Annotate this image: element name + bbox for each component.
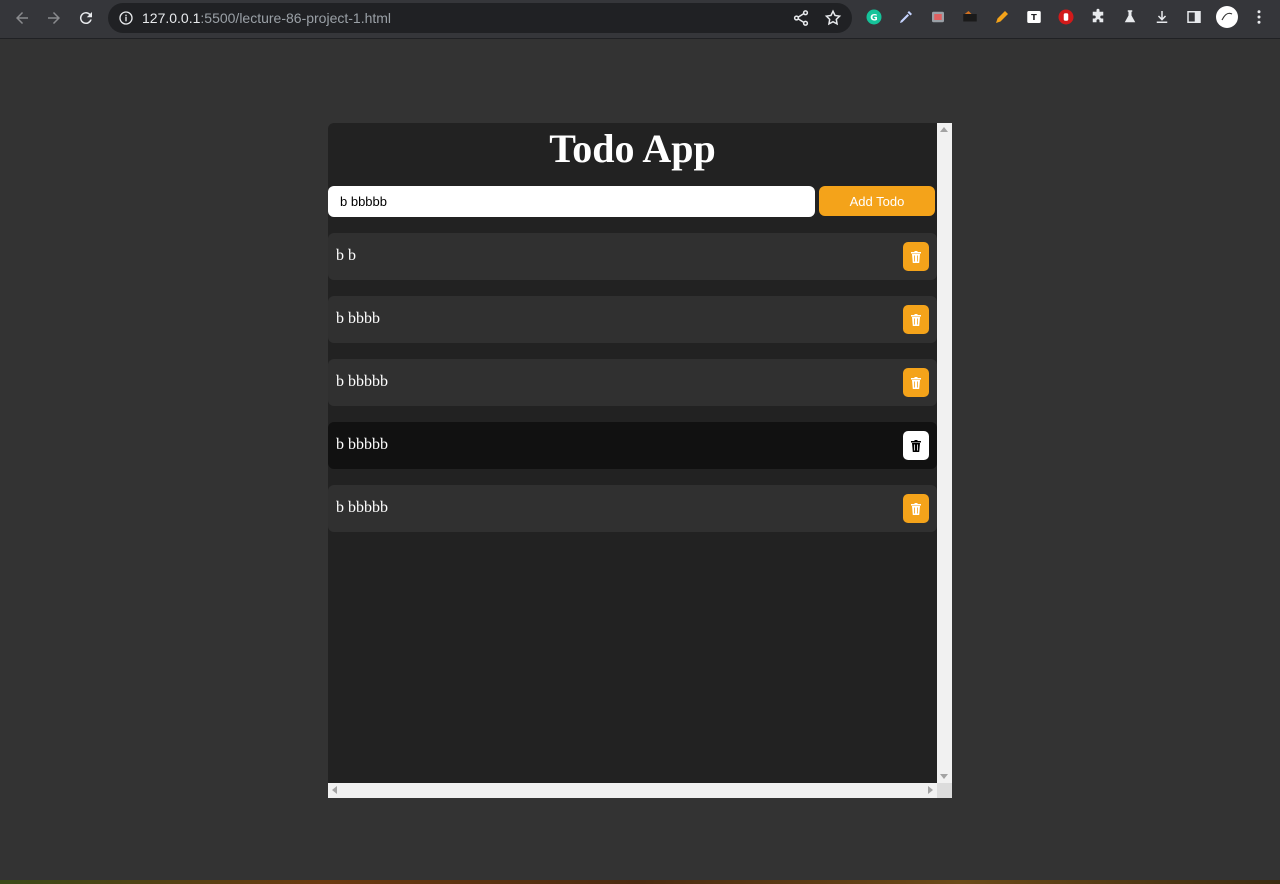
desktop-wallpaper-strip xyxy=(0,880,1280,884)
extension-icon xyxy=(1058,9,1074,25)
puzzle-icon xyxy=(1092,8,1104,23)
extension-icon xyxy=(932,11,944,23)
todo-item: b b xyxy=(328,233,937,280)
todo-text: b bbbbb xyxy=(336,499,388,516)
extension-button-3[interactable]: T xyxy=(1024,7,1044,27)
side-panel-button[interactable] xyxy=(1184,7,1204,27)
reload-icon xyxy=(79,12,92,25)
forward-icon xyxy=(48,12,60,24)
labs-button[interactable] xyxy=(1120,7,1140,27)
star-icon[interactable] xyxy=(824,9,842,27)
reload-button[interactable] xyxy=(74,6,98,30)
sidebar-icon xyxy=(1187,11,1201,23)
todo-text: b bbbbb xyxy=(336,436,388,453)
profile-avatar[interactable] xyxy=(1215,5,1239,29)
todo-item: b bbbbb xyxy=(328,485,937,532)
extensions-menu[interactable] xyxy=(1088,7,1108,27)
back-icon xyxy=(16,12,28,24)
todo-app-container: Todo App Add Todo b b b bbbb b bbbbb xyxy=(328,123,952,798)
forward-button[interactable] xyxy=(42,6,66,30)
svg-text:G: G xyxy=(870,13,877,23)
eyedropper-icon xyxy=(900,11,912,23)
add-todo-button[interactable]: Add Todo xyxy=(819,186,935,216)
todo-item: b bbbb xyxy=(328,296,937,343)
horizontal-scrollbar[interactable] xyxy=(328,783,937,798)
extension-button-4[interactable] xyxy=(1056,7,1076,27)
grammarly-icon: G xyxy=(866,9,882,25)
vertical-scrollbar[interactable] xyxy=(937,123,952,783)
trash-icon xyxy=(911,439,921,452)
scrollbar-corner xyxy=(937,783,952,798)
delete-todo-button[interactable] xyxy=(903,242,929,271)
pencil-extension[interactable] xyxy=(992,7,1012,27)
extension-button-1[interactable] xyxy=(928,7,948,27)
trash-icon xyxy=(911,313,921,326)
todo-app-viewport: Todo App Add Todo b b b bbbb b bbbbb xyxy=(328,123,937,783)
address-bar[interactable]: 127.0.0.1:5500/lecture-86-project-1.html xyxy=(108,3,852,33)
pencil-icon xyxy=(996,11,1008,23)
todo-text: b bbbbb xyxy=(336,373,388,390)
todo-list: b b b bbbb b bbbbb b bbbbb b bbbbb xyxy=(328,233,937,548)
scroll-left-arrow[interactable] xyxy=(332,786,337,794)
avatar xyxy=(1216,6,1238,28)
back-button[interactable] xyxy=(10,6,34,30)
flask-icon xyxy=(1124,10,1136,23)
todo-text: b bbbb xyxy=(336,310,380,327)
more-icon xyxy=(1257,10,1261,24)
eyedropper-extension[interactable] xyxy=(896,7,916,27)
scroll-up-arrow[interactable] xyxy=(940,127,948,132)
url-path: :5500/lecture-86-project-1.html xyxy=(200,10,392,26)
todo-input[interactable] xyxy=(328,186,815,217)
delete-todo-button[interactable] xyxy=(903,368,929,397)
scroll-down-arrow[interactable] xyxy=(940,774,948,779)
url-text: 127.0.0.1:5500/lecture-86-project-1.html xyxy=(142,10,391,26)
browser-menu-button[interactable] xyxy=(1249,7,1269,27)
svg-text:T: T xyxy=(1031,12,1037,22)
todo-text: b b xyxy=(336,247,356,264)
trash-icon xyxy=(911,250,921,263)
share-icon[interactable] xyxy=(792,9,810,27)
delete-todo-button[interactable] xyxy=(903,494,929,523)
grammarly-extension[interactable]: G xyxy=(864,7,884,27)
page-title: Todo App xyxy=(549,126,716,171)
scroll-right-arrow[interactable] xyxy=(928,786,933,794)
browser-toolbar: 127.0.0.1:5500/lecture-86-project-1.html… xyxy=(0,0,1280,39)
trash-icon xyxy=(911,502,921,515)
delete-todo-button[interactable] xyxy=(903,305,929,334)
extension-icon: T xyxy=(1027,11,1041,23)
todo-item-hovered: b bbbbb xyxy=(328,422,937,469)
todo-item: b bbbbb xyxy=(328,359,937,406)
extension-icon xyxy=(963,11,977,22)
info-icon[interactable] xyxy=(118,10,134,26)
downloads-button[interactable] xyxy=(1152,7,1172,27)
download-icon xyxy=(1156,11,1168,23)
trash-icon xyxy=(911,376,921,389)
delete-todo-button[interactable] xyxy=(903,431,929,460)
url-host: 127.0.0.1 xyxy=(142,10,201,26)
extension-button-2[interactable] xyxy=(960,7,980,27)
